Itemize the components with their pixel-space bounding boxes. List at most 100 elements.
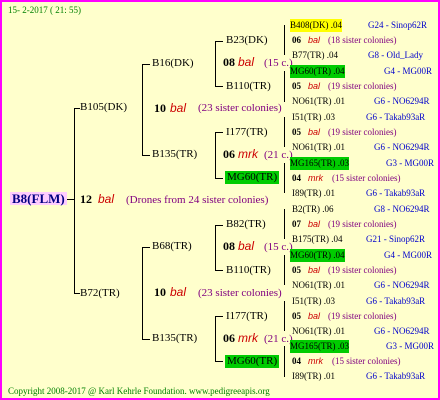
source: G8 - Old_Lady (368, 50, 423, 60)
note: (23 sister colonies) (198, 102, 282, 114)
queen-l3[interactable]: B23(DK) (226, 34, 268, 47)
connector (284, 71, 285, 102)
queen-l2[interactable]: B135(TR) (152, 332, 197, 345)
note: (15 c.) (264, 241, 293, 253)
queen-l4[interactable]: B408(DK) .04 (290, 19, 342, 32)
source: G6 - Takab93aR (366, 371, 426, 381)
queen-l4[interactable]: MG165(TR) .03 (290, 157, 349, 170)
generation: 05 (292, 311, 301, 321)
connector (215, 86, 223, 87)
connector (142, 247, 143, 340)
source: G6 - Takab93aR (366, 112, 426, 122)
connector (284, 25, 285, 55)
connector (142, 247, 150, 248)
symbol: bal (170, 285, 187, 299)
connector (74, 108, 75, 294)
connector (142, 64, 150, 65)
connector (284, 117, 285, 147)
queen-l4[interactable]: B175(TR) .04 (292, 233, 343, 246)
queen-l3[interactable]: I177(TR) (226, 310, 268, 323)
connector (142, 64, 143, 156)
queen-l4[interactable]: NO61(TR) .01 (292, 325, 345, 338)
queen-l3[interactable]: MG60(TR) (225, 355, 280, 368)
queen-l4[interactable]: NO61(TR) .01 (292, 279, 345, 292)
connector (215, 132, 223, 133)
queen-l4[interactable]: MG60(TR) .04 (290, 65, 345, 78)
symbol: bal (308, 311, 321, 321)
queen-l1[interactable]: B72(TR) (80, 287, 120, 300)
symbol: bal (308, 219, 321, 229)
note: (15 sister colonies) (332, 356, 401, 366)
root-symbol: bal (98, 192, 115, 206)
connector (215, 41, 216, 87)
note: (19 sister colonies) (328, 81, 397, 91)
queen-l4[interactable]: MG60(TR) .04 (290, 249, 345, 262)
source: G6 - Takab93aR (366, 188, 426, 198)
source: G8 - NO6294R (374, 204, 430, 214)
note: (15 sister colonies) (332, 173, 401, 183)
queen-l3[interactable]: B110(TR) (226, 80, 271, 93)
generation: 05 (292, 81, 301, 91)
generation: 10 (154, 285, 166, 299)
note: (23 sister colonies) (198, 287, 282, 299)
note: (19 sister colonies) (328, 127, 397, 137)
generation: 06 (223, 331, 235, 345)
timestamp: 15- 2-2017 ( 21: 55) (8, 5, 81, 15)
queen-l4[interactable]: NO61(TR) .01 (292, 95, 345, 108)
note: (19 sister colonies) (328, 265, 397, 275)
note: (18 sister colonies) (328, 35, 397, 45)
symbol: bal (308, 35, 321, 45)
symbol: mrk (308, 356, 323, 366)
connector (284, 255, 285, 285)
connector (215, 41, 223, 42)
queen-l3[interactable]: B82(TR) (226, 218, 266, 231)
connector (215, 132, 216, 179)
queen-l2[interactable]: B68(TR) (152, 240, 192, 253)
queen-l1[interactable]: B105(DK) (80, 101, 127, 114)
connector (284, 209, 285, 239)
connector (284, 163, 285, 193)
connector (215, 225, 223, 226)
symbol: bal (308, 81, 321, 91)
queen-l4[interactable]: I51(TR) .03 (292, 295, 335, 308)
symbol: bal (238, 55, 255, 69)
queen-l4[interactable]: I51(TR) .03 (292, 111, 335, 124)
queen-l4[interactable]: MG165(TR) .03 (290, 340, 349, 353)
source: G6 - NO6294R (374, 326, 430, 336)
queen-l4[interactable]: I89(TR) .01 (292, 370, 335, 383)
generation: 08 (223, 55, 235, 69)
symbol: bal (170, 101, 187, 115)
root-generation: 12 (80, 192, 92, 206)
queen-l2[interactable]: B16(DK) (152, 57, 194, 70)
source: G6 - Takab93aR (366, 296, 426, 306)
queen-l3[interactable]: I177(TR) (226, 126, 268, 139)
connector (215, 361, 223, 362)
connector (215, 225, 216, 271)
source: G6 - NO6294R (374, 96, 430, 106)
generation: 07 (292, 219, 301, 229)
queen-l4[interactable]: B77(TR) .04 (292, 49, 338, 62)
note: (21 c.) (264, 149, 293, 161)
note: (21 c.) (264, 333, 293, 345)
generation: 05 (292, 265, 301, 275)
queen-l4[interactable]: NO61(TR) .01 (292, 141, 345, 154)
source: G6 - NO6294R (374, 142, 430, 152)
queen-l2[interactable]: B135(TR) (152, 148, 197, 161)
source: G4 - MG00R (384, 250, 433, 260)
note: (19 sister colonies) (328, 219, 397, 229)
queen-l4[interactable]: I89(TR) .01 (292, 187, 335, 200)
connector (215, 316, 216, 362)
connector (215, 178, 223, 179)
connector (284, 301, 285, 331)
connector (215, 316, 223, 317)
pedigree-frame: 15- 2-2017 ( 21: 55) Copyright 2008-2017… (0, 0, 440, 400)
queen-l4[interactable]: B2(TR) .06 (292, 203, 334, 216)
root-queen[interactable]: B8(FLM) (10, 192, 67, 205)
root-note: (Drones from 24 sister colonies) (126, 194, 269, 206)
connector (284, 346, 285, 377)
queen-l3[interactable]: B110(TR) (226, 264, 271, 277)
connector (215, 270, 223, 271)
queen-l3[interactable]: MG60(TR) (225, 171, 280, 184)
note: (19 sister colonies) (328, 311, 397, 321)
source: G3 - MG00R (386, 341, 435, 351)
